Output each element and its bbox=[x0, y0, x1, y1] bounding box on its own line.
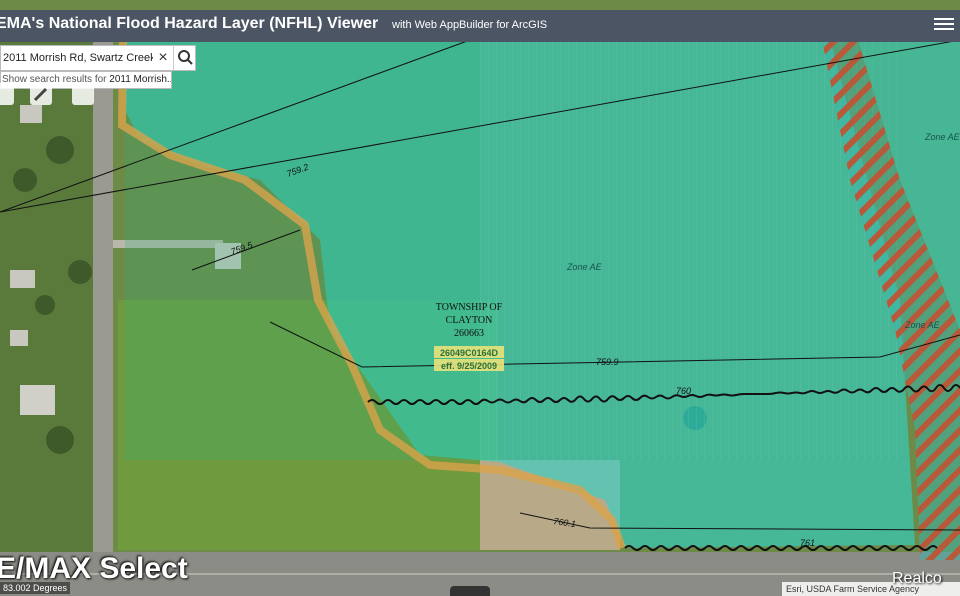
suggestion-term: 2011 Morrish... bbox=[109, 74, 172, 85]
tree bbox=[13, 168, 37, 192]
tree bbox=[35, 295, 55, 315]
realcomp-watermark: Realco bbox=[892, 570, 942, 587]
bfe-label: 761 bbox=[800, 538, 815, 548]
search-box: × bbox=[0, 45, 196, 71]
house bbox=[20, 385, 55, 415]
close-icon[interactable]: × bbox=[153, 46, 173, 70]
search-icon bbox=[178, 50, 193, 65]
zone-ae-label: Zone AE bbox=[566, 262, 603, 272]
flood-zone-ae-top-left bbox=[125, 40, 480, 460]
realtor-watermark: E/MAX Select bbox=[0, 552, 188, 585]
coordinate-readout: 83.002 Degrees bbox=[0, 582, 71, 594]
hamburger-menu-icon[interactable] bbox=[934, 15, 954, 35]
house bbox=[20, 105, 42, 123]
township-label: TOWNSHIP OF bbox=[436, 302, 503, 313]
township-label: CLAYTON bbox=[446, 315, 493, 326]
house bbox=[10, 330, 28, 346]
attribute-table-toggle[interactable] bbox=[450, 586, 490, 596]
north-south-road bbox=[93, 40, 113, 596]
zone-ae-label: Zone AE bbox=[924, 132, 960, 142]
pencil-icon bbox=[33, 87, 48, 102]
tree bbox=[68, 260, 92, 284]
house bbox=[10, 270, 35, 288]
bfe-label: 759.9 bbox=[596, 357, 619, 367]
zone-ae-label: Zone AE bbox=[904, 320, 941, 330]
app-title: EMA's National Flood Hazard Layer (NFHL)… bbox=[0, 15, 379, 32]
panel-id[interactable]: 26049C0164D bbox=[440, 348, 499, 358]
township-code: 260663 bbox=[454, 328, 484, 339]
locate-tool-button[interactable] bbox=[72, 83, 94, 105]
bfe-label: 760 bbox=[676, 386, 691, 396]
tree bbox=[46, 426, 74, 454]
flood-map[interactable]: 759.2 759.5 759.9 760 760.1 761 Zone AE … bbox=[0, 0, 960, 596]
search-button[interactable] bbox=[173, 45, 198, 71]
app-subtitle: with Web AppBuilder for ArcGIS bbox=[392, 19, 548, 31]
app-header: EMA's National Flood Hazard Layer (NFHL)… bbox=[0, 10, 960, 42]
panel-effective-date: eff. 9/25/2009 bbox=[441, 361, 497, 371]
home-tool-button[interactable] bbox=[0, 83, 14, 105]
draw-tool-button[interactable] bbox=[30, 83, 52, 105]
tree bbox=[46, 136, 74, 164]
search-input[interactable] bbox=[1, 46, 155, 70]
